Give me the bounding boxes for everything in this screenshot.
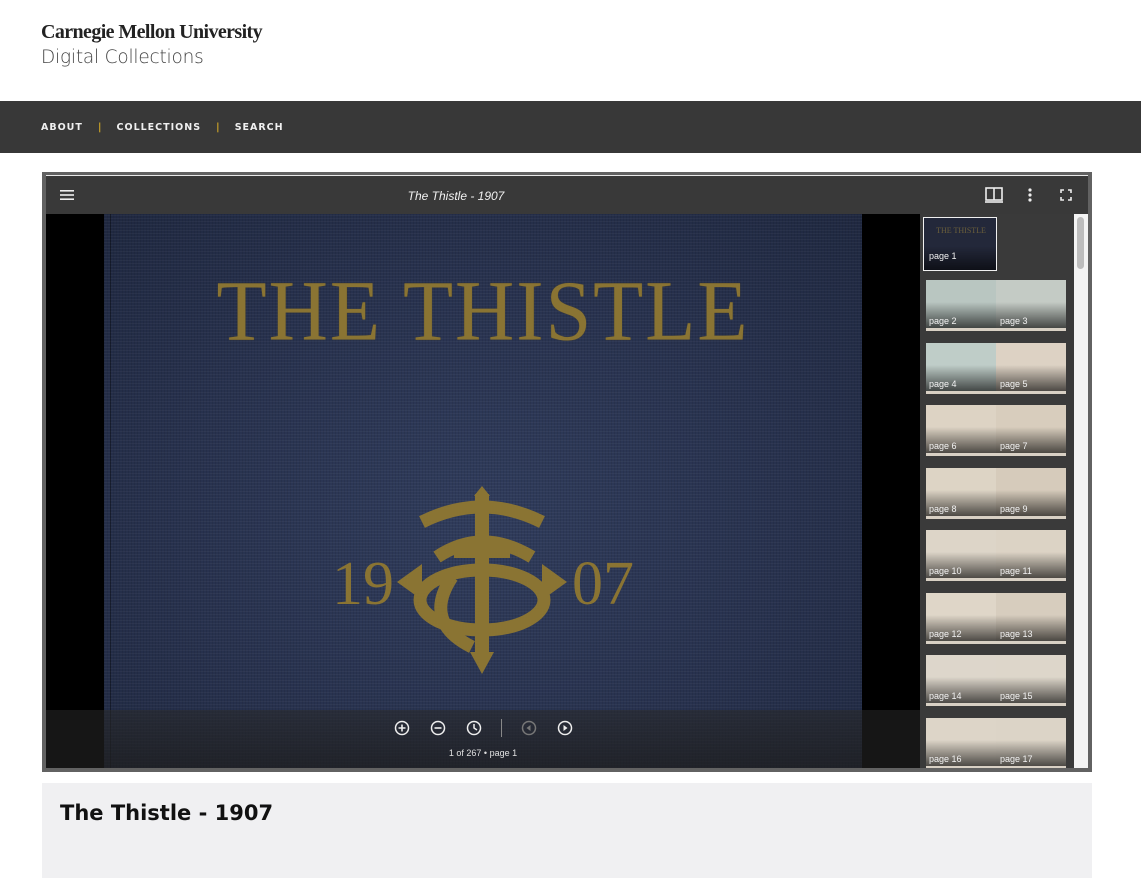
thumbnail-edge bbox=[926, 578, 1066, 581]
thumbnail-panel: THE THISTLE page 1 page 2 page 3 page 4 pag… bbox=[920, 214, 1074, 768]
viewer-title: The Thistle - 1907 bbox=[407, 189, 505, 203]
zoom-in-icon[interactable] bbox=[393, 719, 411, 737]
next-page-icon[interactable] bbox=[556, 719, 574, 737]
thumbnail-label: page 4 bbox=[929, 378, 957, 389]
thumbnail-spread[interactable]: page 10 page 11 bbox=[926, 530, 1066, 581]
controls-divider bbox=[500, 719, 502, 737]
thumb-cover-title: THE THISTLE bbox=[936, 226, 986, 235]
thumbnail-label: page 7 bbox=[1000, 441, 1028, 451]
reset-zoom-icon[interactable] bbox=[465, 719, 483, 737]
thumbnail-label: page 2 bbox=[929, 316, 957, 326]
viewer-toolbar: The Thistle - 1907 bbox=[46, 176, 1088, 215]
thumbnail-edge bbox=[926, 453, 1066, 456]
nav-collections[interactable]: COLLECTIONS bbox=[117, 122, 202, 133]
nav-separator: | bbox=[216, 121, 220, 133]
thumbnail-spread[interactable]: page 6 page 7 bbox=[926, 405, 1066, 456]
thumbnail-page-1[interactable]: THE THISTLE page 1 bbox=[923, 217, 997, 271]
thumbnail-edge bbox=[926, 640, 1066, 644]
thumbnail-label: page 6 bbox=[929, 441, 957, 451]
thumbnail-edge bbox=[926, 515, 1066, 519]
cover-year-right: 07 bbox=[572, 550, 634, 618]
thumbnail-label: page 3 bbox=[1000, 316, 1028, 326]
thumbnail-label: page 8 bbox=[929, 503, 957, 514]
thumbnail-label: page 14 bbox=[929, 691, 962, 701]
item-title: The Thistle - 1907 bbox=[60, 801, 274, 825]
page-readout: 1 of 267 • page 1 bbox=[448, 748, 518, 758]
thumbnail-spread[interactable]: page 8 page 9 bbox=[926, 467, 1066, 519]
site-subtitle[interactable]: Digital Collections bbox=[41, 47, 204, 68]
zoom-out-icon[interactable] bbox=[429, 719, 447, 737]
thumbnail-edge bbox=[926, 703, 1066, 706]
thumbnail-spread[interactable]: page 2 page 3 bbox=[926, 280, 1066, 331]
university-logo[interactable]: Carnegie Mellon University bbox=[41, 21, 263, 44]
thumbnail-label: page 10 bbox=[929, 566, 962, 576]
thumbnail-label: page 17 bbox=[1000, 753, 1033, 764]
thumbnail-spread[interactable]: page 14 page 15 bbox=[926, 655, 1066, 706]
thumbnail-spread[interactable]: page 16 page 17 bbox=[926, 717, 1066, 768]
thumbnail-edge bbox=[926, 328, 1066, 331]
thumbnail-label: page 12 bbox=[929, 628, 962, 639]
thumbnail-label: page 13 bbox=[1000, 628, 1033, 639]
fullscreen-icon[interactable] bbox=[1054, 183, 1078, 207]
viewer-controls: 1 of 267 • page 1 bbox=[46, 710, 920, 768]
nav-search[interactable]: SEARCH bbox=[235, 122, 284, 133]
thumbnail-label: page 5 bbox=[1000, 378, 1028, 389]
item-info-panel: The Thistle - 1907 bbox=[42, 783, 1092, 878]
two-page-view-icon[interactable] bbox=[982, 183, 1006, 207]
thumbnail-edge bbox=[926, 390, 1066, 394]
thumbnail-edge bbox=[926, 765, 1066, 768]
page-canvas[interactable]: THE THISTLE 19 07 1 of 267 • page 1 bbox=[46, 214, 920, 768]
thumbnail-label: page 9 bbox=[1000, 503, 1028, 514]
book-cover-image: THE THISTLE 19 07 bbox=[104, 214, 862, 768]
thumbnail-label: page 11 bbox=[1000, 566, 1032, 576]
thumbnail-spread[interactable]: page 4 page 5 bbox=[926, 342, 1066, 394]
thumbnail-scrollbar[interactable] bbox=[1074, 214, 1088, 768]
more-vert-icon[interactable] bbox=[1018, 183, 1042, 207]
previous-page-icon[interactable] bbox=[520, 719, 538, 737]
thumbnail-label: page 15 bbox=[1000, 691, 1033, 701]
cts-monogram-icon bbox=[397, 486, 567, 674]
thumbnail-label: page 16 bbox=[929, 753, 962, 764]
thumbnail-label: page 1 bbox=[929, 251, 957, 261]
scrollbar-thumb[interactable] bbox=[1077, 217, 1084, 269]
site-header: Carnegie Mellon University Digital Colle… bbox=[0, 0, 1141, 101]
book-viewer: The Thistle - 1907 THE THISTLE 19 07 1 o… bbox=[42, 172, 1092, 772]
nav-about[interactable]: ABOUT bbox=[41, 122, 83, 133]
cover-title-text: THE THISTLE bbox=[216, 262, 750, 359]
main-nav: ABOUT | COLLECTIONS | SEARCH bbox=[0, 101, 1141, 153]
thumbnail-spread[interactable]: page 12 page 13 bbox=[926, 592, 1066, 644]
nav-separator: | bbox=[97, 121, 102, 133]
